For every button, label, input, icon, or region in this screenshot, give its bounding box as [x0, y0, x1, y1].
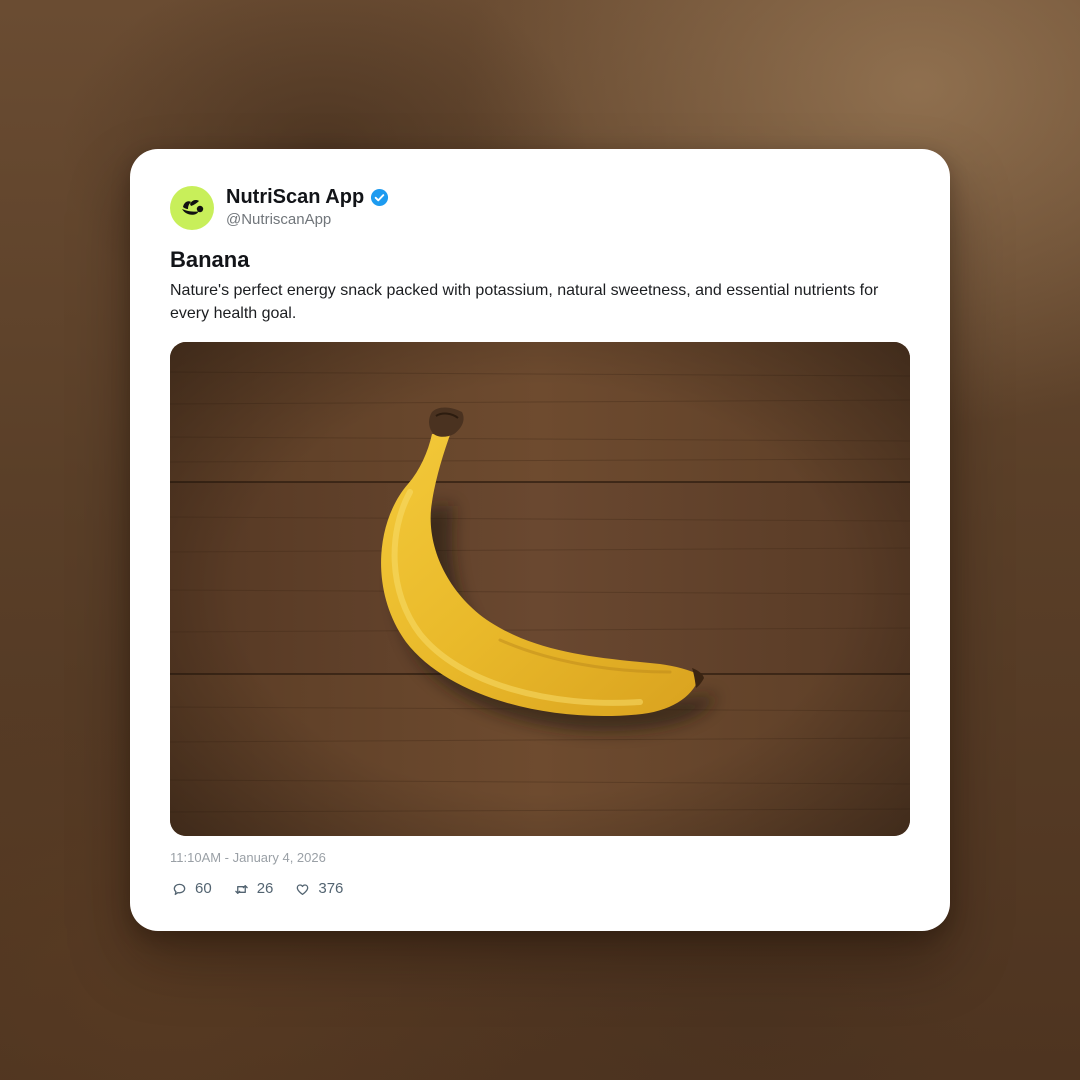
post-header: NutriScan App @NutriscanApp: [170, 185, 389, 230]
verified-badge-icon: [371, 188, 389, 206]
repost-button[interactable]: 26: [234, 879, 274, 899]
banana-on-wood-table-photo: [170, 342, 910, 836]
leaf-scan-logo-icon: [182, 199, 204, 215]
post-description: Nature's perfect energy snack packed wit…: [170, 282, 879, 322]
post-title: Banana: [170, 247, 250, 272]
reply-button[interactable]: 60: [172, 879, 212, 899]
post-card: NutriScan App @NutriscanApp Banana Natur…: [130, 149, 950, 931]
engagement-bar: 60 26 376: [172, 879, 365, 899]
account-identity: NutriScan App @NutriscanApp: [226, 185, 389, 230]
repost-count: 26: [256, 880, 274, 897]
like-button[interactable]: 376: [295, 879, 343, 899]
heart-icon: [297, 883, 309, 895]
like-count: 376: [318, 880, 344, 897]
repost-icon: [234, 884, 248, 894]
reply-bubble-icon: [173, 883, 186, 895]
avatar[interactable]: [170, 185, 214, 230]
post-image[interactable]: [170, 342, 910, 836]
reply-count: 60: [195, 880, 212, 897]
name-row: NutriScan App: [226, 185, 389, 209]
account-handle[interactable]: @NutriscanApp: [226, 210, 389, 230]
post-timestamp[interactable]: 11:10AM - January 4, 2026: [170, 849, 326, 867]
display-name[interactable]: NutriScan App: [226, 185, 364, 209]
